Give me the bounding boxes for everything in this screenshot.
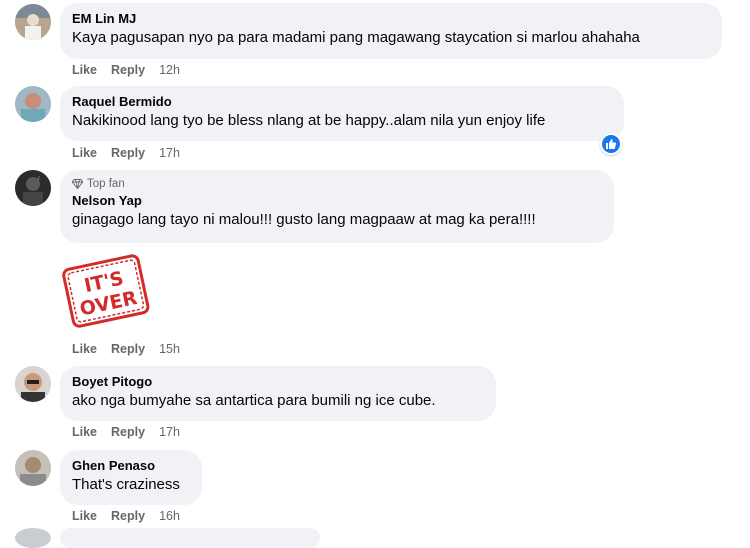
its-over-sticker: IT'S OVER: [60, 252, 152, 328]
commenter-name[interactable]: Boyet Pitogo: [72, 374, 484, 390]
comment-text: ako nga bumyahe sa antartica para bumili…: [72, 392, 436, 409]
diamond-icon: [72, 179, 83, 189]
commenter-name[interactable]: Nelson Yap: [72, 193, 602, 209]
comment-actions: Like Reply 12h: [72, 63, 194, 77]
reply-button[interactable]: Reply: [111, 509, 145, 523]
like-button[interactable]: Like: [72, 63, 97, 77]
next-comment-bubble: [60, 528, 320, 548]
avatar[interactable]: [15, 4, 51, 40]
comment-bubble: Boyet Pitogo ako nga bumyahe sa antartic…: [60, 366, 496, 421]
reply-button[interactable]: Reply: [111, 146, 145, 160]
avatar[interactable]: [15, 366, 51, 402]
timestamp[interactable]: 17h: [159, 425, 180, 439]
like-button[interactable]: Like: [72, 342, 97, 356]
commenter-name[interactable]: EM Lin MJ: [72, 11, 710, 27]
comment-bubble: Ghen Penaso That's craziness: [60, 450, 202, 505]
reply-button[interactable]: Reply: [111, 425, 145, 439]
comment-text: Kaya pagusapan nyo pa para madami pang m…: [72, 29, 640, 46]
timestamp[interactable]: 12h: [159, 63, 180, 77]
comment-bubble: Raquel Bermido Nakikinood lang tyo be bl…: [60, 86, 624, 141]
like-reaction-icon[interactable]: [600, 133, 622, 155]
like-button[interactable]: Like: [72, 509, 97, 523]
comment-bubble: Top fan Nelson Yap ginagago lang tayo ni…: [60, 170, 614, 243]
top-fan-label: Top fan: [87, 178, 125, 190]
comment-text: Nakikinood lang tyo be bless nlang at be…: [72, 112, 546, 129]
timestamp[interactable]: 15h: [159, 342, 180, 356]
comment-actions: Like Reply 17h: [72, 146, 194, 160]
timestamp[interactable]: 17h: [159, 146, 180, 160]
reply-button[interactable]: Reply: [111, 63, 145, 77]
like-button[interactable]: Like: [72, 146, 97, 160]
avatar[interactable]: [15, 86, 51, 122]
timestamp[interactable]: 16h: [159, 509, 180, 523]
avatar[interactable]: ♪: [15, 170, 51, 206]
commenter-name[interactable]: Raquel Bermido: [72, 94, 612, 110]
next-comment-avatar: [15, 528, 51, 548]
comment-actions: Like Reply 16h: [72, 509, 194, 523]
comment-bubble: EM Lin MJ Kaya pagusapan nyo pa para mad…: [60, 3, 722, 59]
comment-actions: Like Reply 15h: [72, 342, 194, 356]
top-fan-badge: Top fan: [72, 177, 602, 191]
like-button[interactable]: Like: [72, 425, 97, 439]
commenter-name[interactable]: Ghen Penaso: [72, 458, 190, 474]
comment-text: ginagago lang tayo ni malou!!! gusto lan…: [72, 211, 536, 228]
comment-actions: Like Reply 17h: [72, 425, 194, 439]
svg-text:♪: ♪: [37, 176, 40, 182]
avatar[interactable]: [15, 450, 51, 486]
reply-button[interactable]: Reply: [111, 342, 145, 356]
comment-text: That's craziness: [72, 476, 180, 493]
